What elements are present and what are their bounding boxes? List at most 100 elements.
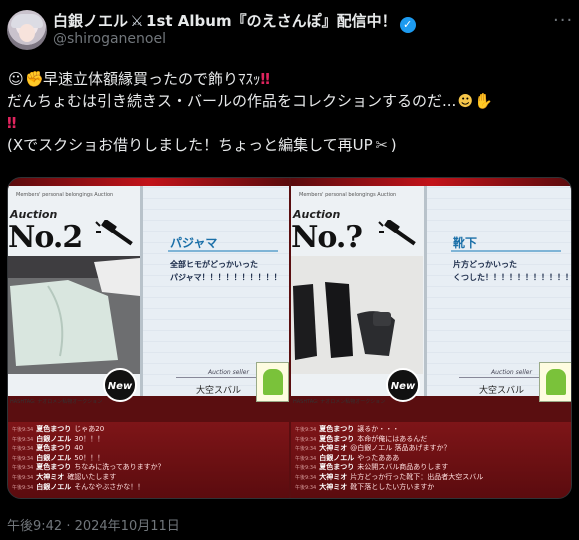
seller-underline xyxy=(459,377,539,378)
item-title: 靴下 xyxy=(453,236,478,250)
flexed-biceps-emoji: ✊ xyxy=(25,70,44,88)
tweet-line-4-text: (Xでスクショお借りしました！ちょっと編集して再UP xyxy=(7,136,373,154)
disguised-face-emoji: ☻ xyxy=(457,92,474,110)
chat-username: 大神ミオ xyxy=(319,472,348,481)
chat-time: 午後9:34 xyxy=(12,436,34,443)
verified-badge-icon: ✓ xyxy=(399,17,416,33)
chat-message: 午後9:34 大神ミオ @白銀ノエル 落品あげますか？ xyxy=(295,444,569,454)
chat-text: @白銀ノエル 落品あげますか？ xyxy=(350,444,451,453)
chat-message: 午後9:34 夏色まつり 譲るか・・・ xyxy=(295,425,569,435)
chat-time: 午後9:34 xyxy=(295,427,317,433)
seller-name: 大空スバル xyxy=(196,386,242,396)
tweet-line-2-text: だんちょむは引き続きス・バールの作品をコレクションするのだ... xyxy=(7,92,457,110)
media-image-left[interactable]: Members' personal belongings Auction Auc… xyxy=(8,178,289,498)
chat-text: 未公開スバル商品ありします xyxy=(357,463,449,472)
chat-time: 午後9:34 xyxy=(12,446,34,453)
tweet-line-3: ‼ xyxy=(7,114,17,132)
stage-curtain xyxy=(8,178,289,186)
chat-time: 午後9:34 xyxy=(295,455,317,462)
auction-caption: Members' personal belongings Auction xyxy=(16,192,114,198)
chat-time: 午後9:34 xyxy=(295,465,317,472)
chat-username: 白銀ノエル xyxy=(319,453,355,462)
chat-message: 午後9:34 夏色まつり ちなみに洗ってありますか？ xyxy=(12,463,285,473)
chat-username: 夏色まつり xyxy=(36,463,72,472)
chat-time: 午後9:34 xyxy=(295,484,317,491)
avatar-face xyxy=(19,24,35,42)
seller-label: Auction seller xyxy=(491,369,532,376)
item-title-underline xyxy=(168,250,278,252)
chat-text: 30！！！ xyxy=(74,434,105,443)
item-title-underline xyxy=(451,250,561,252)
stage-curtain xyxy=(291,178,571,186)
hashtag-line: HASHTAG: ナオロメン私物オークション xyxy=(293,399,386,405)
item-description-line-2: くつした！！！！！！！！！！！ xyxy=(453,273,572,282)
tweet-line-4: (Xでスクショお借りしました！ちょっと編集して再UP ✂) xyxy=(7,136,397,154)
tweet-media[interactable]: Members' personal belongings Auction Auc… xyxy=(7,177,572,499)
auction-book: Members' personal belongings Auction Auc… xyxy=(291,186,571,405)
media-image-right[interactable]: Members' personal belongings Auction Auc… xyxy=(291,178,571,498)
chat-text: やったあああ xyxy=(357,453,400,462)
more-options-button[interactable]: ··· xyxy=(553,10,573,31)
chat-text: ちなみに洗ってありますか？ xyxy=(74,463,165,472)
chat-message: 午後9:34 白銀ノエル そんなやぶさかな！！ xyxy=(12,483,285,493)
chat-text: 50！！！ xyxy=(74,453,105,462)
chat-username: 夏色まつり xyxy=(36,444,72,453)
chat-username: 白銀ノエル xyxy=(36,434,72,443)
seller-card-image xyxy=(256,362,289,402)
chat-message: 午後9:34 夏色まつり 未公開スバル商品ありします xyxy=(295,463,569,473)
chat-username: 夏色まつり xyxy=(319,425,355,433)
tweet-line-1: ☺✊早速立体額縁買ったので飾りﾏｽｯ‼ xyxy=(7,68,572,90)
chat-username: 大神ミオ xyxy=(319,482,348,491)
tweet-line-2: だんちょむは引き続きス・バールの作品をコレクションするのだ...☻✋ xyxy=(7,90,572,112)
item-description-line-1: 全部ヒモがどっかいった xyxy=(170,260,258,269)
more-icon: ··· xyxy=(553,10,574,31)
crossed-swords-icon: ⚔ xyxy=(130,12,144,30)
tweet-text: ☺✊早速立体額縁買ったので飾りﾏｽｯ‼ だんちょむは引き続きス・バールの作品をコ… xyxy=(7,68,572,156)
seller-figure xyxy=(263,369,283,395)
seller-label: Auction seller xyxy=(208,369,249,376)
hashtag-line: HASHTAG: ナオロメン私物オークション xyxy=(10,399,103,405)
double-exclamation-emoji: ‼ xyxy=(260,70,270,88)
chat-text: そんなやぶさかな！！ xyxy=(74,482,145,491)
user-handle[interactable]: @shiroganenoel xyxy=(53,31,166,47)
chat-time: 午後9:34 xyxy=(295,446,317,453)
lot-number: No.? xyxy=(291,220,363,255)
chat-time: 午後9:34 xyxy=(295,436,317,443)
raising-hands-emoji: ✋ xyxy=(474,92,493,110)
chat-text: 靴下落としたい方いますか xyxy=(350,482,435,491)
chat-username: 大神ミオ xyxy=(36,472,65,481)
chat-message: 午後9:34 白銀ノエル 30！！！ xyxy=(12,435,285,445)
chat-message: 午後9:34 夏色まつり 本命が俺にはあるんだ xyxy=(295,435,569,445)
chat-text: 40 xyxy=(74,444,84,453)
tweet-header: 白銀ノエル ⚔ 1st Album『のえさんぽ』配信中！ ✓ @shiroganeno… xyxy=(0,0,579,62)
chat-message: 午後9:34 大神ミオ 片方どっか行った靴下：出品者大空スバル xyxy=(295,473,569,483)
chat-username: 白銀ノエル xyxy=(36,482,72,491)
smiling-face-emoji: ☺ xyxy=(8,70,24,88)
chat-message: 午後9:34 大神ミオ 確認いたします xyxy=(12,473,285,483)
chat-time: 午後9:34 xyxy=(12,474,34,481)
display-name[interactable]: 白銀ノエル ⚔ 1st Album『のえさんぽ』配信中！ ✓ xyxy=(53,10,416,33)
gavel-icon xyxy=(378,220,416,246)
chat-text: 本命が俺にはあるんだ xyxy=(357,434,428,443)
item-description: 全部ヒモがどっかいった パジャマ！！！！！！！！！！ xyxy=(170,258,288,284)
item-description: 片方どっかいった くつした！！！！！！！！！！！ xyxy=(453,258,571,284)
chat-message: 午後9:34 夏色まつり じゃあ20 xyxy=(12,425,285,435)
display-name-main: 白銀ノエル xyxy=(53,12,129,30)
avatar[interactable] xyxy=(7,10,47,50)
item-description-line-1: 片方どっかいった xyxy=(453,260,517,269)
seller-underline xyxy=(176,377,256,378)
gavel-icon xyxy=(95,220,133,246)
scissors-emoji: ✂ xyxy=(375,136,388,154)
tweet-timestamp[interactable]: 午後9:42 · 2024年10月11日 xyxy=(7,515,180,534)
display-name-suffix: 1st Album『のえさんぽ』配信中！ xyxy=(146,12,397,30)
chat-message: 午後9:34 白銀ノエル やったあああ xyxy=(295,454,569,464)
new-badge: New xyxy=(386,368,420,402)
new-badge: New xyxy=(103,368,137,402)
seller-card-image xyxy=(539,362,571,402)
chat-message: 午後9:34 夏色まつり 40 xyxy=(12,444,285,454)
chat-username: 夏色まつり xyxy=(319,434,355,443)
chat-username: 大神ミオ xyxy=(319,444,348,453)
chat-time: 午後9:34 xyxy=(295,474,317,481)
chat-time: 午後9:34 xyxy=(12,455,34,462)
item-description-line-2: パジャマ！！！！！！！！！！ xyxy=(170,273,282,282)
